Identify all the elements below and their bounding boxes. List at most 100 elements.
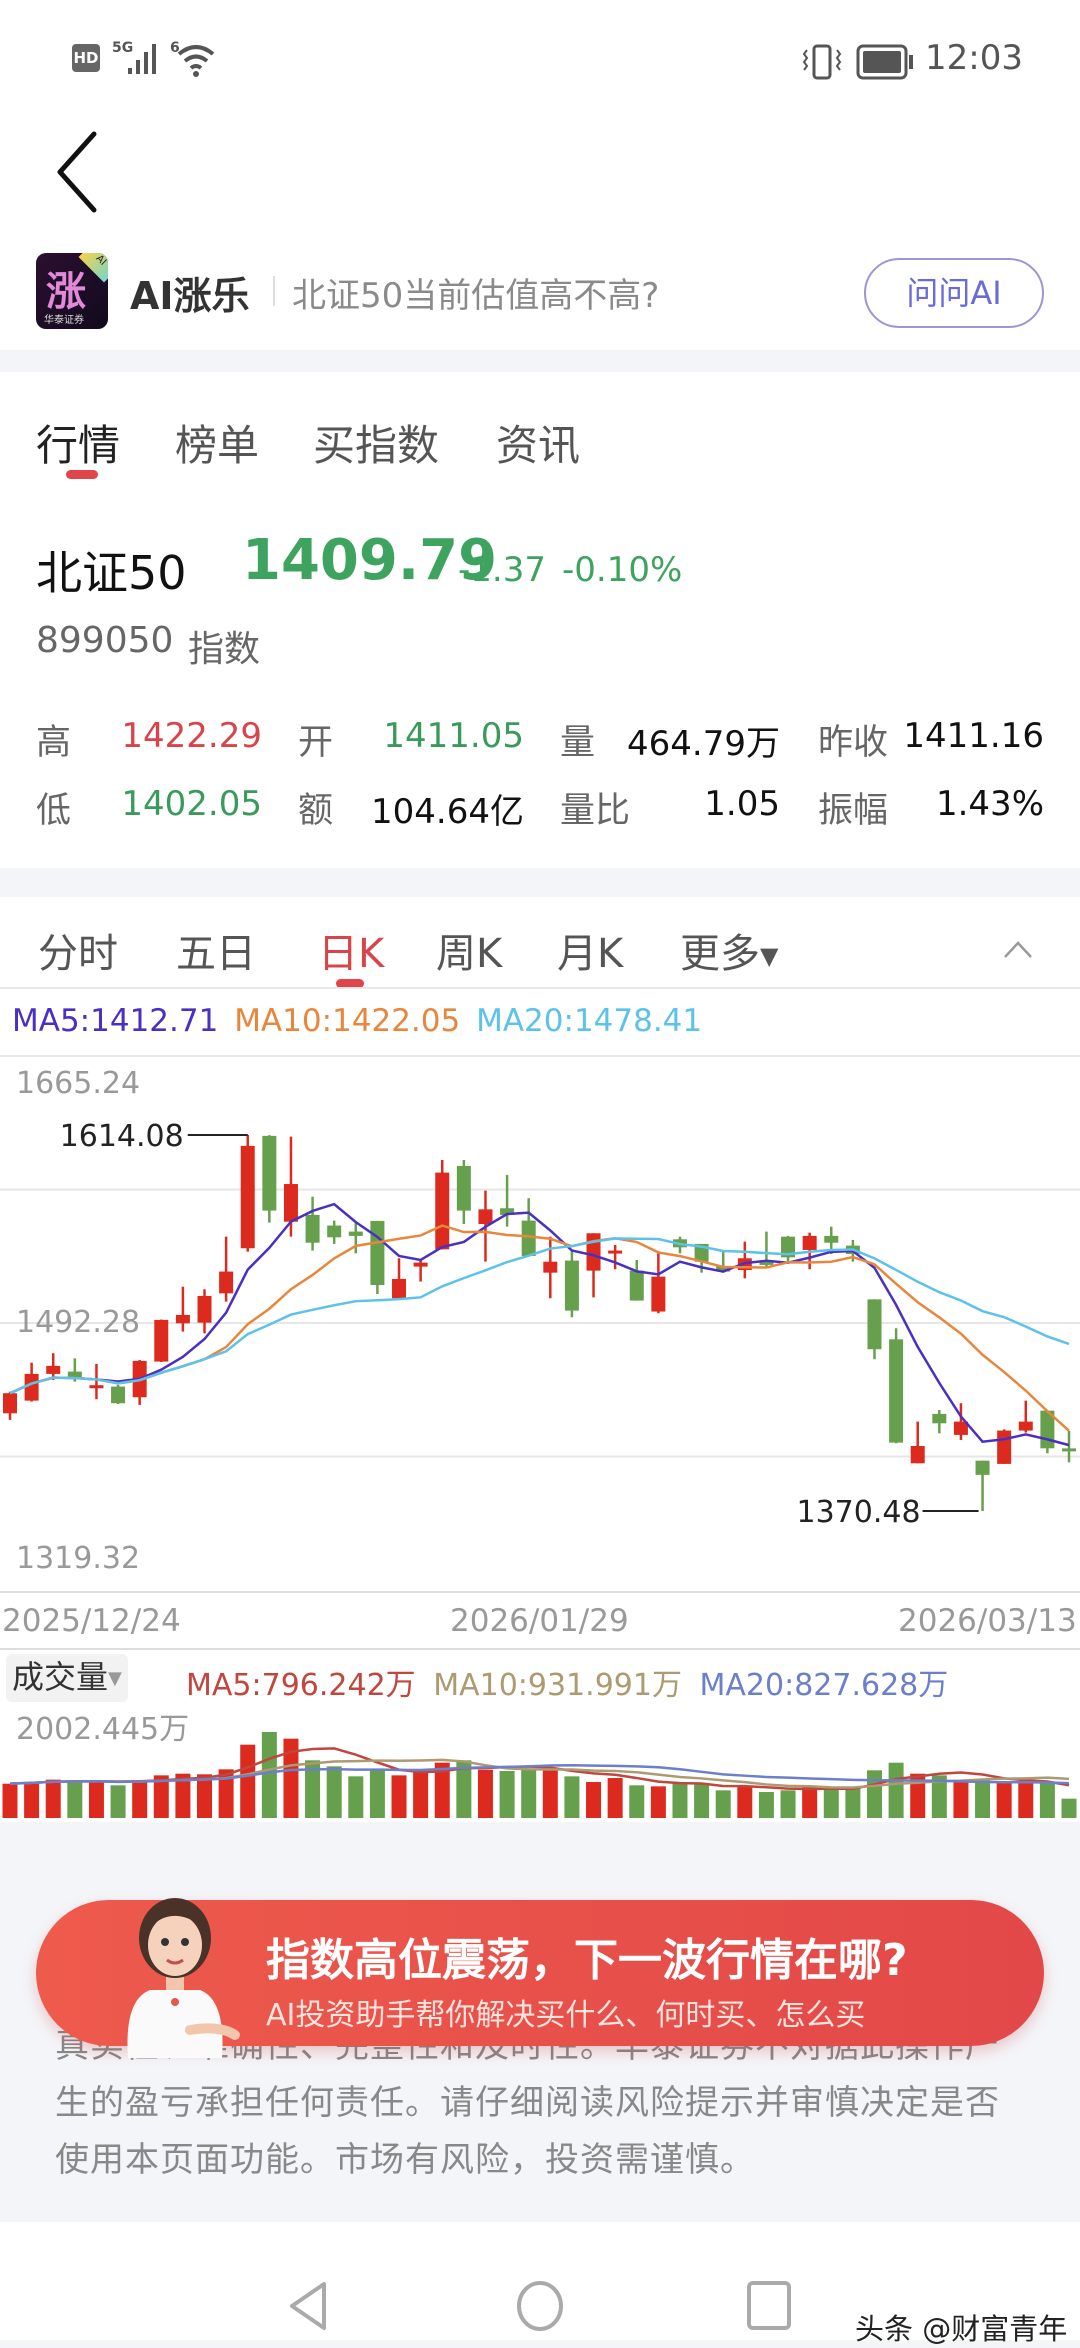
ma-legend: MA5:1412.71 MA10:1422.05 MA20:1478.41: [12, 1003, 702, 1039]
candlestick-chart[interactable]: 1614.08 1370.48: [0, 1056, 1080, 1596]
volume-bar: [542, 1768, 558, 1818]
divider: [0, 1648, 1080, 1650]
x-tick-start: 2025/12/24: [2, 1603, 181, 1639]
nav-back-icon[interactable]: [286, 2280, 330, 2332]
dropdown-caret-icon: ▼: [760, 942, 779, 970]
ai-name: AI涨乐: [130, 274, 250, 318]
volume-bar: [1018, 1782, 1034, 1818]
tab-news[interactable]: 资讯: [496, 412, 580, 473]
candle-body: [240, 1145, 255, 1249]
volume-bar: [564, 1776, 580, 1818]
nav-home-icon[interactable]: [514, 2280, 566, 2332]
watermark: 头条 @财富青年: [855, 2312, 1068, 2346]
volume-bar: [261, 1732, 277, 1818]
candle-body: [564, 1260, 579, 1311]
quote-card: 行情 榜单 买指数 资讯 北证50 1409.79 -1.37 -0.10% 8…: [0, 372, 1080, 868]
index-code: 899050: [36, 620, 174, 661]
dropdown-caret-icon: ▼: [108, 1668, 122, 1689]
volume-bar: [629, 1785, 645, 1818]
period-tab-5day[interactable]: 五日: [176, 921, 256, 979]
period-tab-monthly[interactable]: 月K: [557, 921, 623, 979]
index-name: 北证50: [36, 546, 187, 600]
volume-bar: [88, 1780, 104, 1818]
y-tick-bottom: 1319.32: [16, 1541, 141, 1576]
period-tab-intraday[interactable]: 分时: [38, 921, 118, 979]
stat-label: 额: [298, 791, 334, 831]
logo-char: 涨: [46, 269, 86, 315]
volume-bar: [132, 1780, 148, 1818]
candle-body: [24, 1373, 39, 1401]
back-button[interactable]: [50, 130, 100, 214]
volume-chart[interactable]: [0, 1700, 1080, 1820]
top-bar: AI 涨 华泰证券 AI涨乐 北证50当前估值高不高? 问问AI: [0, 110, 1080, 350]
stat-value: 1.43%: [935, 784, 1044, 824]
candle-body: [997, 1430, 1012, 1464]
candle-body: [219, 1271, 234, 1294]
vibrate-icon: [802, 44, 842, 80]
candle-body: [89, 1385, 104, 1389]
candle-body: [392, 1278, 407, 1299]
candle-body: [3, 1393, 17, 1414]
ma5-line: [9, 1202, 1070, 1447]
ask-ai-button[interactable]: 问问AI: [864, 258, 1044, 328]
stat-label: 高: [36, 723, 72, 763]
volume-bar: [737, 1786, 753, 1818]
candle-body: [348, 1231, 363, 1236]
wifi-icon: [177, 45, 215, 77]
battery-icon: [856, 44, 913, 80]
volume-bar: [477, 1769, 493, 1818]
period-tab-daily[interactable]: 日K: [318, 921, 384, 979]
collapse-chevron-icon[interactable]: [1002, 937, 1034, 961]
volume-bar: [391, 1775, 407, 1818]
tab-buy-index[interactable]: 买指数: [313, 412, 439, 473]
stat-label: 低: [36, 791, 72, 831]
candle-body: [370, 1220, 385, 1285]
volume-bar: [1039, 1782, 1055, 1818]
candle-body: [435, 1172, 450, 1250]
volume-bar: [326, 1766, 342, 1818]
candle-body: [543, 1261, 558, 1273]
volume-bar: [694, 1784, 710, 1818]
x-tick-mid: 2026/01/29: [450, 1603, 629, 1639]
disclaimer-line: 使用本页面功能。市场有风险，投资需谨慎。: [55, 2140, 755, 2180]
index-type: 指数: [188, 629, 261, 670]
candle-body: [413, 1262, 428, 1267]
clock: 12:03: [925, 38, 1023, 78]
y-tick-top: 1665.24: [16, 1066, 141, 1101]
active-tab-indicator: [66, 470, 98, 479]
tab-market[interactable]: 行情: [36, 412, 120, 473]
volume-bar: [607, 1778, 623, 1818]
volume-bar: [348, 1776, 364, 1818]
hd-icon: HD: [72, 44, 100, 72]
volume-ma-legend: MA5:796.242万 MA10:931.991万 MA20:827.628万: [186, 1660, 948, 1704]
max-annotation: 1614.08: [60, 1119, 184, 1154]
period-tab-more[interactable]: 更多▼: [680, 921, 778, 979]
candle-body: [824, 1235, 839, 1243]
ai-zhangle-logo[interactable]: AI 涨 华泰证券: [36, 253, 108, 329]
volume-bar: [110, 1785, 126, 1818]
signal-icon: [128, 44, 156, 74]
volume-bar: [888, 1762, 904, 1818]
volume-indicator-select[interactable]: 成交量▼: [6, 1654, 128, 1702]
stat-value: 1411.16: [903, 716, 1044, 756]
stat-label: 振幅: [818, 791, 889, 831]
ma10-line: [9, 1224, 1070, 1432]
logo-brand: 华泰证券: [44, 315, 84, 326]
nav-recents-icon[interactable]: [746, 2280, 792, 2332]
stat-value: 464.79万: [627, 724, 780, 764]
volume-bar: [45, 1779, 61, 1818]
candle-body: [197, 1295, 212, 1323]
ma10-label: MA10:1422.05: [234, 1003, 461, 1039]
period-tab-weekly[interactable]: 周K: [436, 921, 502, 979]
status-bar: HD 5G 6 12:03: [0, 0, 1080, 110]
volume-bar: [996, 1782, 1012, 1818]
stat-value: 1.05: [704, 784, 780, 824]
x-tick-end: 2026/03/13: [898, 1603, 1077, 1639]
stat-label: 开: [298, 723, 334, 763]
volume-title: 成交量: [12, 1658, 109, 1696]
x-axis-line: [0, 1591, 1080, 1593]
candle-body: [629, 1270, 644, 1301]
ai-question[interactable]: 北证50当前估值高不高?: [292, 268, 659, 317]
tab-rankings[interactable]: 榜单: [175, 412, 259, 473]
min-annotation: 1370.48: [796, 1495, 920, 1530]
